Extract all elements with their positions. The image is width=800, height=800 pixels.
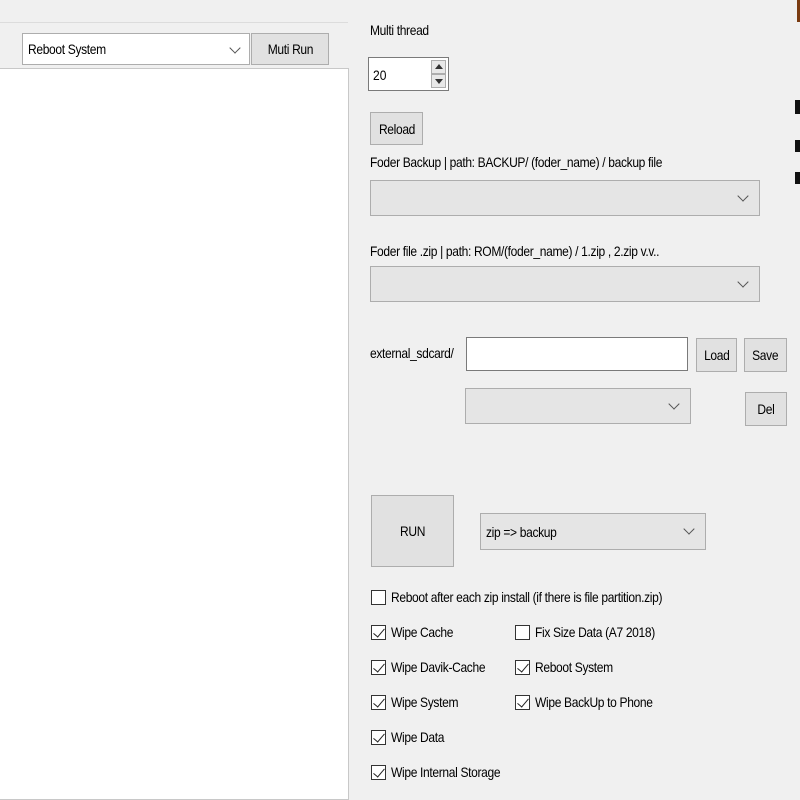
chevron-down-icon	[668, 398, 680, 410]
checkmark-icon	[371, 624, 386, 640]
wipe-system-checkbox[interactable]: Wipe System	[371, 694, 469, 710]
wipe-internal-storage-checkbox[interactable]: Wipe Internal Storage	[371, 764, 518, 780]
wipe-backup-to-phone-checkbox[interactable]: Wipe BackUp to Phone	[515, 694, 672, 710]
chevron-down-icon	[683, 523, 695, 535]
zip-folder-select[interactable]	[370, 266, 760, 302]
mode-select-value: zip => backup	[486, 523, 557, 540]
sdcard-path-input[interactable]	[466, 337, 688, 371]
save-button[interactable]: Save	[744, 338, 787, 372]
checkmark-icon	[515, 659, 530, 675]
chevron-down-icon	[229, 42, 241, 54]
arrow-up-icon	[435, 64, 443, 69]
action-select-value: Reboot System	[28, 41, 106, 57]
checkmark-icon	[371, 659, 386, 675]
backup-folder-select[interactable]	[370, 180, 760, 216]
checkmark-icon	[371, 694, 386, 710]
checkmark-icon	[515, 694, 530, 710]
background-window-edge	[795, 100, 800, 114]
reboot-system-checkbox[interactable]: Reboot System	[515, 659, 626, 675]
multi-thread-label: Multi thread	[370, 22, 429, 38]
mode-select[interactable]: zip => backup	[480, 513, 706, 550]
multi-thread-value: 20	[373, 67, 387, 83]
checkmark-icon	[371, 764, 386, 780]
reload-button[interactable]: Reload	[370, 112, 423, 145]
chevron-down-icon	[737, 190, 749, 202]
spin-down-button[interactable]	[431, 74, 446, 88]
background-window-edge	[795, 172, 800, 184]
backup-folder-label: Foder Backup | path: BACKUP/ (foder_name…	[370, 154, 663, 170]
checkbox-box	[515, 624, 530, 640]
checkmark-icon	[371, 729, 386, 745]
sdcard-label: external_sdcard/	[370, 345, 454, 361]
chevron-down-icon	[737, 276, 749, 288]
fix-size-data-checkbox[interactable]: Fix Size Data (A7 2018)	[515, 624, 674, 640]
checkbox-box	[371, 589, 386, 605]
zip-folder-label: Foder file .zip | path: ROM/(foder_name)…	[370, 243, 660, 259]
wipe-davik-cache-checkbox[interactable]: Wipe Davik-Cache	[371, 659, 501, 675]
arrow-down-icon	[435, 79, 443, 84]
reboot-after-zip-checkbox[interactable]: Reboot after each zip install (if there …	[371, 589, 706, 605]
spin-up-button[interactable]	[431, 60, 446, 74]
run-button[interactable]: RUN	[371, 495, 454, 567]
del-button[interactable]: Del	[745, 392, 787, 426]
wipe-cache-checkbox[interactable]: Wipe Cache	[371, 624, 463, 640]
wipe-data-checkbox[interactable]: Wipe Data	[371, 729, 453, 745]
multi-thread-spinner[interactable]: 20	[368, 57, 449, 91]
multi-run-button[interactable]: Muti Run	[251, 33, 329, 65]
sdcard-file-select[interactable]	[465, 388, 691, 424]
load-button[interactable]: Load	[696, 338, 737, 372]
device-list[interactable]	[0, 68, 349, 800]
background-window-edge	[795, 140, 800, 152]
action-select[interactable]: Reboot System	[22, 33, 250, 65]
